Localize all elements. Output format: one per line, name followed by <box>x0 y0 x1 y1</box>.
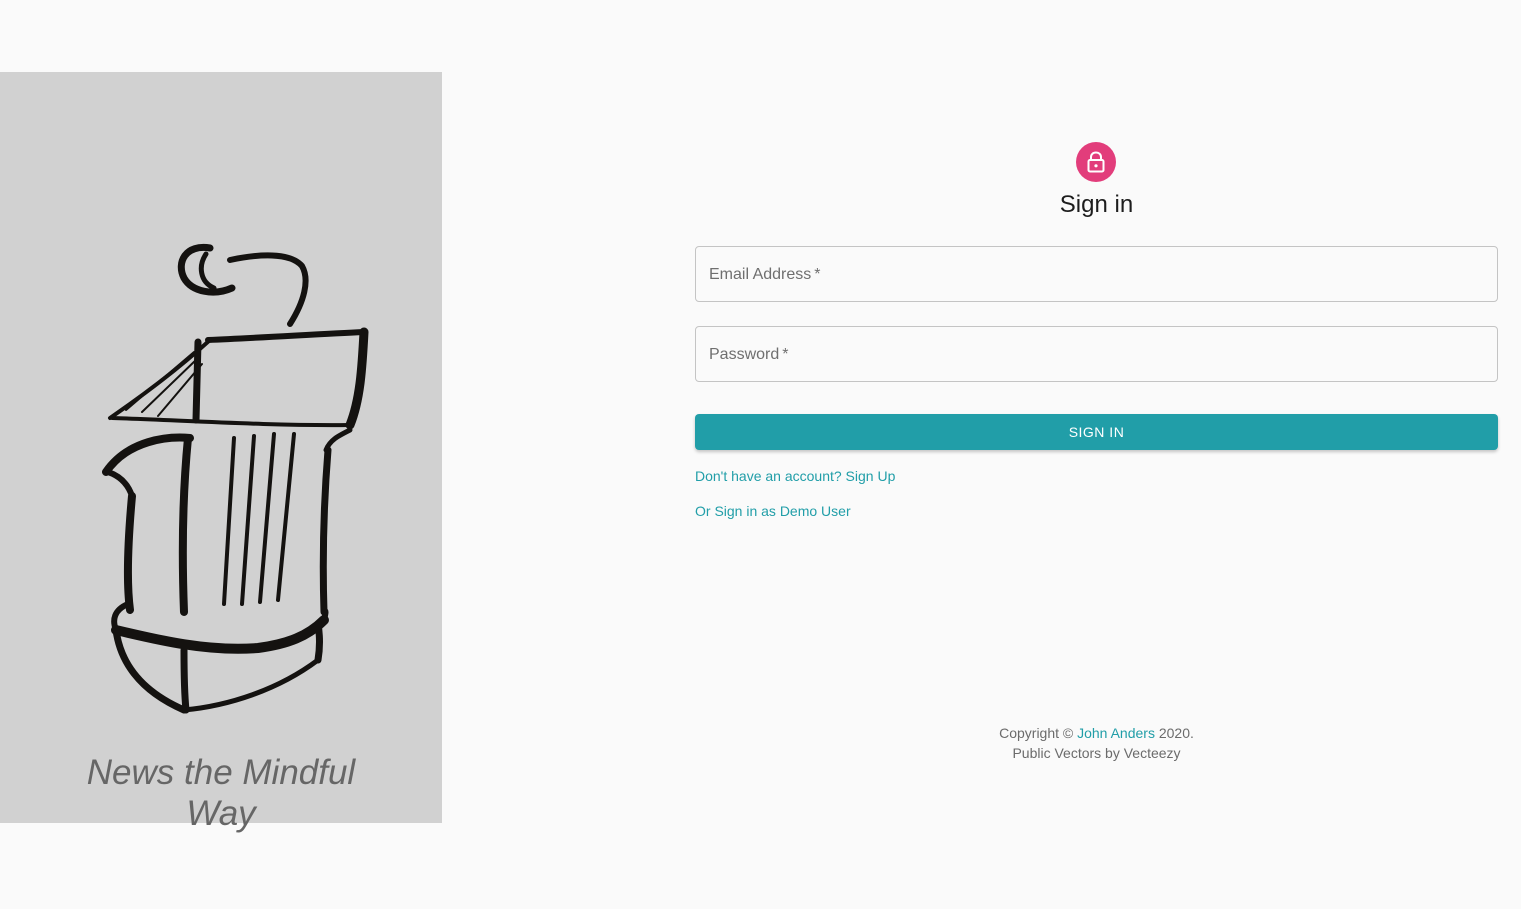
password-field[interactable]: Password * <box>695 326 1498 382</box>
signin-page: News the Mindful Way Sign in Email Addre… <box>0 0 1521 909</box>
tagline-line-1: News the Mindful <box>86 753 356 792</box>
author-link[interactable]: John Anders <box>1077 725 1155 741</box>
email-input[interactable] <box>696 247 1497 301</box>
footer: Copyright © John Anders 2020. Public Vec… <box>695 723 1498 763</box>
tagline: News the Mindful Way <box>0 752 442 834</box>
lock-icon <box>1087 151 1105 173</box>
lock-avatar <box>1076 142 1116 182</box>
demo-user-link[interactable]: Or Sign in as Demo User <box>695 503 851 520</box>
password-input[interactable] <box>696 327 1497 381</box>
email-field[interactable]: Email Address * <box>695 246 1498 302</box>
credits-line: Public Vectors by Vecteezy <box>1012 745 1181 761</box>
sign-up-link[interactable]: Don't have an account? Sign Up <box>695 468 895 485</box>
podium-microphone-icon <box>102 243 369 714</box>
sign-in-button[interactable]: SIGN IN <box>695 414 1498 450</box>
tagline-line-2: Way <box>186 794 256 833</box>
page-title: Sign in <box>1059 191 1134 218</box>
copyright-year: 2020. <box>1158 725 1194 741</box>
copyright-prefix: Copyright © <box>999 725 1074 741</box>
brand-panel: News the Mindful Way <box>0 72 442 833</box>
copyright-line: Copyright © John Anders 2020. <box>695 723 1498 743</box>
